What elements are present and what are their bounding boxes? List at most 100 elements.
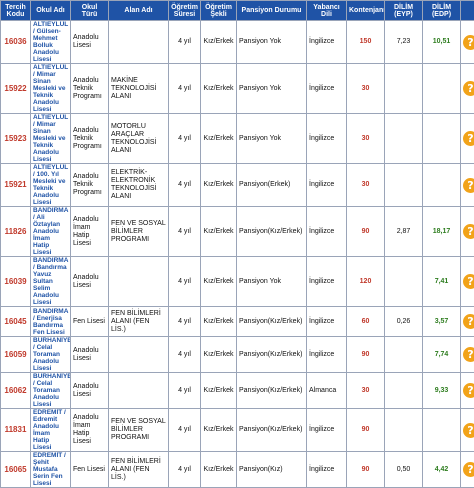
school-type: Anadolu Lisesi xyxy=(71,21,109,64)
help-icon[interactable]: ? xyxy=(463,224,474,239)
dilim-eyp xyxy=(385,257,423,307)
help-icon[interactable]: ? xyxy=(463,274,474,289)
dilim-eyp: 0,26 xyxy=(385,307,423,337)
school-name-link[interactable]: ALTIEYLÜL / Mimar Sinan Mesleki ve Tekni… xyxy=(31,64,71,114)
school-type: Anadolu Lisesi xyxy=(71,337,109,373)
dilim-eyp: 7,23 xyxy=(385,21,423,64)
help-cell[interactable]: ? xyxy=(461,452,474,488)
column-header: DİLİM (EYP) xyxy=(385,1,423,21)
help-cell[interactable]: ? xyxy=(461,373,474,409)
foreign-language: İngilizce xyxy=(307,164,347,207)
help-icon[interactable]: ? xyxy=(463,462,474,477)
help-cell[interactable]: ? xyxy=(461,64,474,114)
dilim-edp xyxy=(423,114,461,164)
tercih-code: 15922 xyxy=(1,64,31,114)
field-name: MAKİNE TEKNOLOJİSİ ALANI xyxy=(109,64,169,114)
gender: Kız/Erkek xyxy=(201,257,237,307)
school-name-link[interactable]: BURHANİYE / Celal Toraman Anadolu Lisesi xyxy=(31,337,71,373)
help-icon[interactable]: ? xyxy=(463,314,474,329)
quota: 30 xyxy=(347,164,385,207)
help-cell[interactable]: ? xyxy=(461,207,474,257)
dilim-edp xyxy=(423,164,461,207)
quota: 150 xyxy=(347,21,385,64)
gender: Kız/Erkek xyxy=(201,207,237,257)
boarding-status: Pansiyon(Kız/Erkek) xyxy=(237,207,307,257)
boarding-status: Pansiyon Yok xyxy=(237,257,307,307)
duration: 4 yıl xyxy=(169,373,201,409)
foreign-language: İngilizce xyxy=(307,337,347,373)
quota: 90 xyxy=(347,452,385,488)
school-table: Tercih KoduOkul AdıOkul TürüAlan AdıÖğre… xyxy=(0,0,474,488)
dilim-eyp xyxy=(385,114,423,164)
table-row: 16059BURHANİYE / Celal Toraman Anadolu L… xyxy=(1,337,474,373)
table-row: 16065EDREMİT / Şehit Mustafa Serin Fen L… xyxy=(1,452,474,488)
column-header: Pansiyon Durumu xyxy=(237,1,307,21)
table-row: 16045BANDIRMA / Enerjisa Bandırma Fen Li… xyxy=(1,307,474,337)
help-cell[interactable]: ? xyxy=(461,409,474,452)
field-name: FEN VE SOSYAL BİLİMLER PROGRAMI xyxy=(109,409,169,452)
boarding-status: Pansiyon(Kız/Erkek) xyxy=(237,337,307,373)
help-cell[interactable]: ? xyxy=(461,114,474,164)
school-name-link[interactable]: BANDIRMA / Bandırma Yavuz Sultan Selim A… xyxy=(31,257,71,307)
help-icon[interactable]: ? xyxy=(463,423,474,438)
help-icon[interactable]: ? xyxy=(463,35,474,50)
help-icon[interactable]: ? xyxy=(463,178,474,193)
gender: Kız/Erkek xyxy=(201,409,237,452)
column-header xyxy=(461,1,474,21)
school-name-link[interactable]: BURHANİYE / Celal Toraman Anadolu Lisesi xyxy=(31,373,71,409)
field-name xyxy=(109,337,169,373)
help-icon[interactable]: ? xyxy=(463,383,474,398)
column-header: Öğretim Şekli xyxy=(201,1,237,21)
school-name-link[interactable]: EDREMİT / Şehit Mustafa Serin Fen Lisesi xyxy=(31,452,71,488)
quota: 60 xyxy=(347,307,385,337)
help-cell[interactable]: ? xyxy=(461,257,474,307)
table-row: 15922ALTIEYLÜL / Mimar Sinan Mesleki ve … xyxy=(1,64,474,114)
school-name-link[interactable]: BANDIRMA / Enerjisa Bandırma Fen Lisesi xyxy=(31,307,71,337)
school-name-link[interactable]: ALTIEYLÜL / Gülsen-Mehmet Bolluk Anadolu… xyxy=(31,21,71,64)
help-icon[interactable]: ? xyxy=(463,81,474,96)
help-icon[interactable]: ? xyxy=(463,131,474,146)
duration: 4 yıl xyxy=(169,452,201,488)
foreign-language: İngilizce xyxy=(307,64,347,114)
help-icon[interactable]: ? xyxy=(463,347,474,362)
help-cell[interactable]: ? xyxy=(461,307,474,337)
school-name-link[interactable]: BANDIRMA / Ali Öztaylan Anadolu İmam Hat… xyxy=(31,207,71,257)
tercih-code: 11831 xyxy=(1,409,31,452)
boarding-status: Pansiyon(Erkek) xyxy=(237,164,307,207)
field-name: FEN VE SOSYAL BİLİMLER PROGRAMI xyxy=(109,207,169,257)
duration: 4 yıl xyxy=(169,21,201,64)
dilim-eyp xyxy=(385,337,423,373)
tercih-code: 15923 xyxy=(1,114,31,164)
column-header: Alan Adı xyxy=(109,1,169,21)
tercih-code: 16065 xyxy=(1,452,31,488)
dilim-edp xyxy=(423,409,461,452)
field-name: ELEKTRİK-ELEKTRONİK TEKNOLOJİSİ ALANI xyxy=(109,164,169,207)
foreign-language: Almanca xyxy=(307,373,347,409)
duration: 4 yıl xyxy=(169,257,201,307)
column-header: Tercih Kodu xyxy=(1,1,31,21)
quota: 90 xyxy=(347,207,385,257)
help-cell[interactable]: ? xyxy=(461,21,474,64)
help-cell[interactable]: ? xyxy=(461,164,474,207)
school-type: Anadolu Teknik Programı xyxy=(71,114,109,164)
gender: Kız/Erkek xyxy=(201,164,237,207)
gender: Kız/Erkek xyxy=(201,337,237,373)
tercih-code: 15921 xyxy=(1,164,31,207)
column-header: DİLİM (EDP) xyxy=(423,1,461,21)
school-name-link[interactable]: EDREMİT / Edremit Anadolu İmam Hatip Lis… xyxy=(31,409,71,452)
foreign-language: İngilizce xyxy=(307,409,347,452)
table-row: 16036ALTIEYLÜL / Gülsen-Mehmet Bolluk An… xyxy=(1,21,474,64)
quota: 120 xyxy=(347,257,385,307)
help-cell[interactable]: ? xyxy=(461,337,474,373)
dilim-edp: 7,74 xyxy=(423,337,461,373)
column-header: Okul Adı xyxy=(31,1,71,21)
gender: Kız/Erkek xyxy=(201,21,237,64)
tercih-code: 16062 xyxy=(1,373,31,409)
duration: 4 yıl xyxy=(169,207,201,257)
field-name xyxy=(109,21,169,64)
foreign-language: İngilizce xyxy=(307,114,347,164)
school-name-link[interactable]: ALTIEYLÜL / Mimar Sinan Mesleki ve Tekni… xyxy=(31,114,71,164)
school-name-link[interactable]: ALTIEYLÜL / 100. Yıl Mesleki ve Teknik A… xyxy=(31,164,71,207)
foreign-language: İngilizce xyxy=(307,257,347,307)
column-header: Öğretim Süresi xyxy=(169,1,201,21)
